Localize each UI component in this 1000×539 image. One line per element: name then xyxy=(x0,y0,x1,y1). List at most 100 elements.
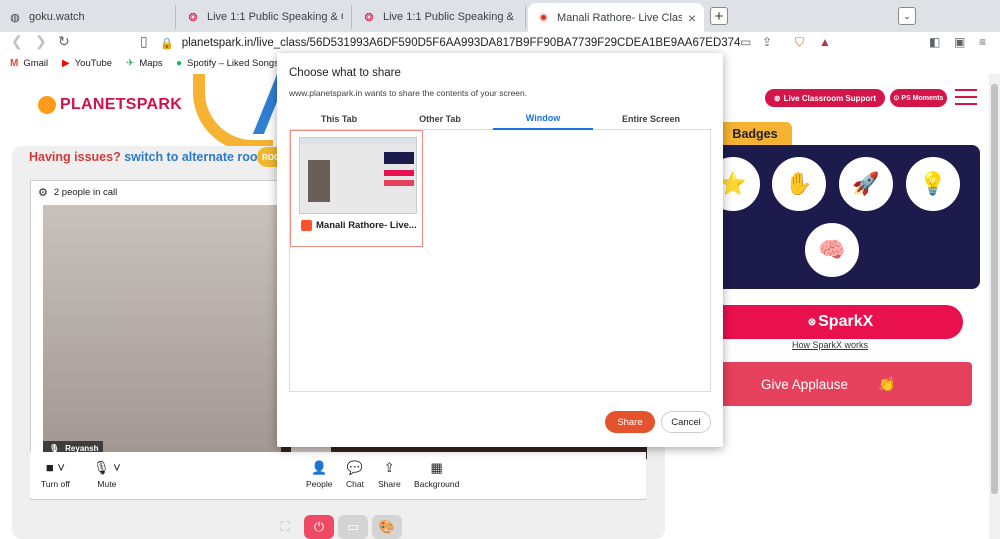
share-page-icon[interactable]: ⇪ xyxy=(762,35,772,49)
power-icon[interactable]: ⏻ xyxy=(304,515,334,539)
sparkx-label: SparkX xyxy=(818,313,874,330)
ps-moments-label: PS Moments xyxy=(901,94,944,102)
brave-rewards-icon[interactable]: ▲ xyxy=(819,35,831,49)
share-screen-icon: ⇪ xyxy=(383,460,395,475)
gmail-icon: M xyxy=(10,58,19,69)
sidebar-icon[interactable]: ◧ xyxy=(929,35,940,49)
tab-public-speaking-2[interactable]: ❂ Live 1:1 Public Speaking & Creative W xyxy=(354,5,526,29)
planetspark-logo[interactable]: PLANETSPARK xyxy=(38,96,182,114)
logo-text: PLANETSPARK xyxy=(60,96,183,113)
new-tab-button[interactable]: + xyxy=(710,7,728,25)
share-source-tabs: This Tab Other Tab Window Entire Screen xyxy=(289,108,711,130)
window-label: Manali Rathore- Live... xyxy=(301,220,417,231)
people-count: 2 people in call xyxy=(53,187,118,198)
sparkx-button[interactable]: ⊗ SparkX xyxy=(718,305,963,339)
browser-toolbar: ❮ ❯ ↻ ▯ 🔒 planetspark.in/live_class/56D5… xyxy=(0,32,1000,54)
bookmark-icon[interactable]: ▯ xyxy=(140,33,148,50)
palette-icon[interactable]: 🎨 xyxy=(372,515,402,539)
planetspark-logo-icon xyxy=(38,96,56,114)
live-support-button[interactable]: ⊗ Live Classroom Support xyxy=(765,89,885,107)
chat-icon: 💬 xyxy=(346,460,364,475)
mic-icon: 🎙 ˅ xyxy=(93,460,121,475)
share-screen-dialog: Choose what to share www.planetspark.in … xyxy=(277,53,723,447)
gear-icon[interactable]: ⚙ xyxy=(38,186,48,199)
bookmark-label: Maps xyxy=(139,58,163,69)
recording-icon xyxy=(536,11,550,25)
lock-icon: 🔒 xyxy=(160,37,174,50)
mute-button[interactable]: 🎙 ˅ Mute xyxy=(93,460,121,489)
thumbnail-sparkx xyxy=(384,170,414,176)
bookmark-maps[interactable]: ✈ Maps xyxy=(126,58,163,69)
tab-this-tab[interactable]: This Tab xyxy=(289,108,389,130)
spotify-icon: ● xyxy=(176,58,183,69)
hamburger-menu-icon[interactable] xyxy=(955,89,977,105)
share-button[interactable]: Share xyxy=(605,411,655,433)
tab-search-button[interactable]: ⌄ xyxy=(898,7,916,25)
thumbnail-tabbar xyxy=(300,138,416,144)
bookmark-spotify[interactable]: ● Spotify – Liked Songs xyxy=(176,58,279,69)
window-option[interactable]: Manali Rathore- Live... xyxy=(290,130,423,247)
dialog-title: Choose what to share xyxy=(289,67,401,79)
tab-other-tab[interactable]: Other Tab xyxy=(389,108,491,130)
camera-indicator-icon[interactable]: ▭ xyxy=(740,35,751,49)
bookmark-label: Spotify – Liked Songs xyxy=(187,58,279,69)
reload-icon[interactable]: ↻ xyxy=(58,33,70,50)
window-list: Manali Rathore- Live... xyxy=(289,130,711,392)
tab-live-class[interactable]: Manali Rathore- Live Class | Pl × xyxy=(528,3,704,32)
badge-bulb-icon[interactable]: 💡 xyxy=(906,157,960,211)
camera-icon: ⊙ xyxy=(893,95,900,102)
badge-hand-icon[interactable]: ✋ xyxy=(772,157,826,211)
bookmark-youtube[interactable]: ▶ YouTube xyxy=(62,58,112,69)
ps-moments-button[interactable]: ⊙ PS Moments xyxy=(890,89,947,107)
control-label: Turn off xyxy=(41,479,70,489)
sparkx-info-link[interactable]: How SparkX works xyxy=(792,340,868,350)
give-applause-button[interactable]: Give Applause 👏 xyxy=(718,362,972,406)
background-button[interactable]: ▦ Background xyxy=(414,460,459,489)
switch-room-link[interactable]: switch to alternate room xyxy=(124,150,268,164)
sparkx-icon: ⊗ xyxy=(807,316,817,328)
badges-panel: ⭐ ✋ 🚀 💡 🧠 xyxy=(706,145,980,289)
camera-toggle-button[interactable]: ■ ˅ Turn off xyxy=(41,460,70,489)
youtube-icon: ▶ xyxy=(62,58,70,69)
fullscreen-icon[interactable]: ⛶ xyxy=(270,515,300,539)
video-background xyxy=(43,205,281,459)
planetspark-icon: ❂ xyxy=(188,11,198,24)
tab-label: Manali Rathore- Live Class | Pl xyxy=(557,11,682,24)
badge-rocket-icon[interactable]: 🚀 xyxy=(839,157,893,211)
badge-brain-icon[interactable]: 🧠 xyxy=(805,223,859,277)
cancel-button[interactable]: Cancel xyxy=(661,411,711,433)
thumbnail-badges xyxy=(384,152,414,164)
tab-entire-screen[interactable]: Entire Screen xyxy=(593,108,709,130)
page-scrollbar[interactable] xyxy=(989,74,1000,539)
tab-label: Live 1:1 Public Speaking & Creative W xyxy=(383,11,517,23)
back-icon[interactable]: ❮ xyxy=(11,33,23,50)
thumbnail-applause xyxy=(384,180,414,186)
tab-goku-watch[interactable]: ◍ goku.watch xyxy=(0,5,176,29)
badges-tab[interactable]: Badges xyxy=(718,122,792,145)
people-button[interactable]: 👤 People xyxy=(306,460,332,489)
close-tab-icon[interactable]: × xyxy=(688,10,696,26)
brave-shields-icon[interactable]: ⛉ xyxy=(795,35,804,50)
bookmark-gmail[interactable]: M Gmail xyxy=(10,58,48,69)
scrollbar-thumb[interactable] xyxy=(991,84,998,494)
tab-window[interactable]: Window xyxy=(493,108,593,130)
control-label: People xyxy=(306,479,333,489)
tab-label: Live 1:1 Public Speaking & Creative W xyxy=(207,11,343,23)
chat-button[interactable]: 💬 Chat xyxy=(346,460,364,489)
share-screen-button[interactable]: ⇪ Share xyxy=(378,460,401,489)
tab-public-speaking-1[interactable]: ❂ Live 1:1 Public Speaking & Creative W xyxy=(178,5,352,29)
wallet-icon[interactable]: ▣ xyxy=(954,35,965,49)
menu-icon[interactable]: ≡ xyxy=(979,35,986,49)
call-controls: ■ ˅ Turn off 🎙 ˅ Mute 👤 People 💬 Chat ⇪ … xyxy=(30,452,646,498)
dialog-subtitle: www.planetspark.in wants to share the co… xyxy=(289,88,528,98)
forward-icon[interactable]: ❯ xyxy=(35,33,47,50)
screen-icon[interactable]: ▭ xyxy=(338,515,368,539)
live-support-label: Live Classroom Support xyxy=(783,93,877,103)
brave-icon xyxy=(301,220,312,231)
address-bar[interactable]: 🔒 planetspark.in/live_class/56D531993A6D… xyxy=(160,32,740,54)
control-label: Chat xyxy=(346,479,364,489)
clap-icon: 👏 xyxy=(878,375,896,392)
camera-icon: ■ ˅ xyxy=(45,460,65,475)
applause-label: Give Applause xyxy=(761,376,849,392)
issues-banner: Having issues? switch to alternate room xyxy=(29,150,269,164)
